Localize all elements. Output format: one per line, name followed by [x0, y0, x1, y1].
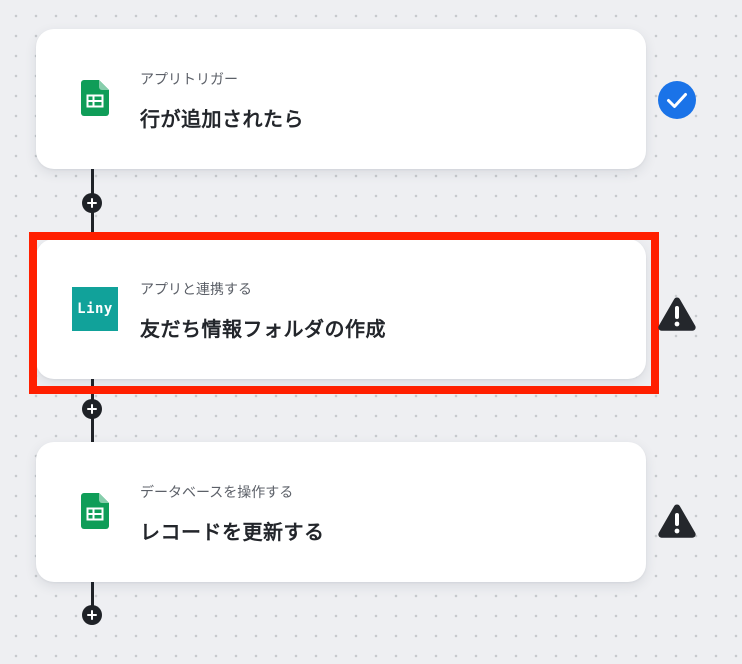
warning-icon [656, 500, 698, 542]
step-title: レコードを更新する [140, 520, 325, 544]
check-circle-icon [656, 79, 698, 121]
plus-icon [87, 404, 97, 414]
flow-step-card-app-action[interactable]: Liny アプリと連携する 友だち情報フォルダの作成 [36, 239, 646, 379]
step-title: 友だち情報フォルダの作成 [140, 317, 386, 341]
warning-icon [656, 293, 698, 335]
flow-step-card-database[interactable]: データベースを操作する レコードを更新する [36, 442, 646, 582]
google-sheets-icon [78, 493, 112, 529]
add-step-button[interactable] [82, 605, 102, 625]
step-title: 行が追加されたら [140, 107, 304, 131]
liny-logo-text: Liny [72, 287, 118, 331]
google-sheets-icon [78, 80, 112, 116]
liny-logo-icon: Liny [72, 287, 118, 331]
plus-icon [87, 610, 97, 620]
flow-step-card-trigger[interactable]: アプリトリガー 行が追加されたら [36, 29, 646, 169]
step-type-label: アプリと連携する [140, 282, 252, 298]
step-type-label: アプリトリガー [140, 72, 238, 88]
step-type-label: データベースを操作する [140, 485, 294, 501]
plus-icon [87, 198, 97, 208]
add-step-button[interactable] [82, 399, 102, 419]
add-step-button[interactable] [82, 193, 102, 213]
